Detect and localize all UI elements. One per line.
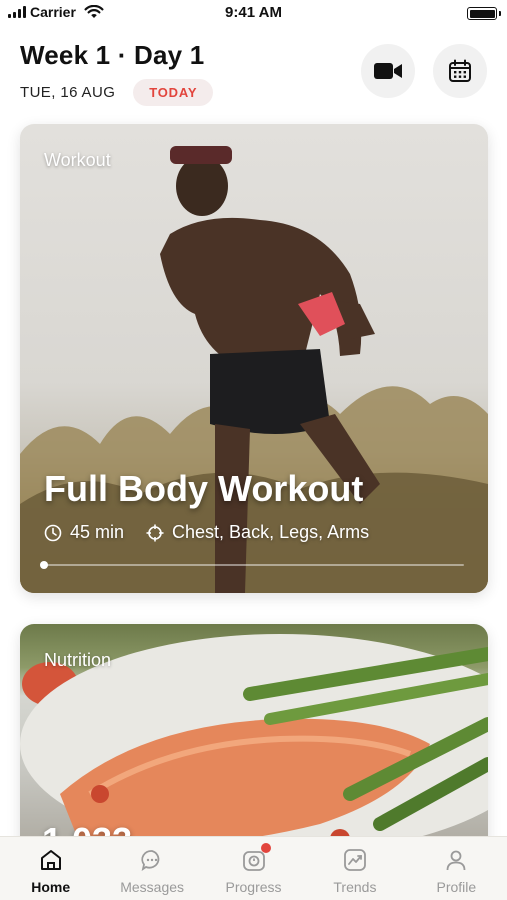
tab-label-profile: Profile — [436, 879, 477, 895]
status-bar: Carrier 9:41 AM — [0, 0, 507, 26]
date-label: TUE, 16 AUG — [20, 84, 116, 101]
calendar-button[interactable] — [433, 44, 487, 98]
chat-bubble-icon — [139, 847, 165, 873]
video-button[interactable] — [361, 44, 415, 98]
progress-knob — [40, 561, 48, 569]
progress-icon — [241, 843, 271, 873]
duration-label: 45 min — [70, 522, 125, 542]
nutrition-card[interactable]: Nutrition 1,033 — [20, 624, 488, 864]
workout-meta: 45 min Chest, Back, Legs, Arms — [44, 522, 391, 543]
tab-label-home: Home — [31, 879, 71, 895]
tab-label-progress: Progress — [225, 879, 282, 895]
video-camera-icon — [374, 63, 402, 79]
trends-icon — [342, 847, 368, 873]
clock-icon — [44, 524, 62, 541]
profile-icon — [443, 847, 469, 873]
tab-home[interactable]: Home — [0, 837, 101, 900]
notification-dot — [260, 843, 271, 853]
battery-icon — [467, 7, 497, 20]
calendar-icon — [449, 59, 471, 82]
target-icon — [146, 524, 164, 541]
header: Week 1 · Day 1 TUE, 16 AUG TODAY — [20, 40, 487, 110]
nutrition-label: Nutrition — [44, 650, 112, 670]
duration-item: 45 min — [44, 522, 124, 543]
tab-label-messages: Messages — [120, 879, 185, 895]
status-time: 9:41 AM — [225, 4, 282, 21]
tab-messages[interactable]: Messages — [101, 837, 202, 900]
tab-profile[interactable]: Profile — [406, 837, 507, 900]
target-label: Chest, Back, Legs, Arms — [172, 522, 370, 542]
workout-title: Full Body Workout — [44, 468, 364, 509]
tab-trends[interactable]: Trends — [304, 837, 405, 900]
home-icon — [38, 847, 64, 873]
date-row: TUE, 16 AUG TODAY — [20, 79, 487, 106]
tab-bar: Home Messages Progress Trends Profile — [0, 836, 507, 900]
workout-label: Workout — [44, 150, 111, 170]
tab-label-trends: Trends — [333, 879, 377, 895]
tab-progress[interactable]: Progress — [203, 837, 304, 900]
workout-progress — [40, 561, 464, 569]
workout-card[interactable]: Workout Full Body Workout 45 min Chest, … — [20, 124, 488, 593]
page-title: Week 1 · Day 1 — [20, 40, 205, 70]
today-badge: TODAY — [133, 79, 214, 106]
target-item: Chest, Back, Legs, Arms — [146, 522, 369, 543]
